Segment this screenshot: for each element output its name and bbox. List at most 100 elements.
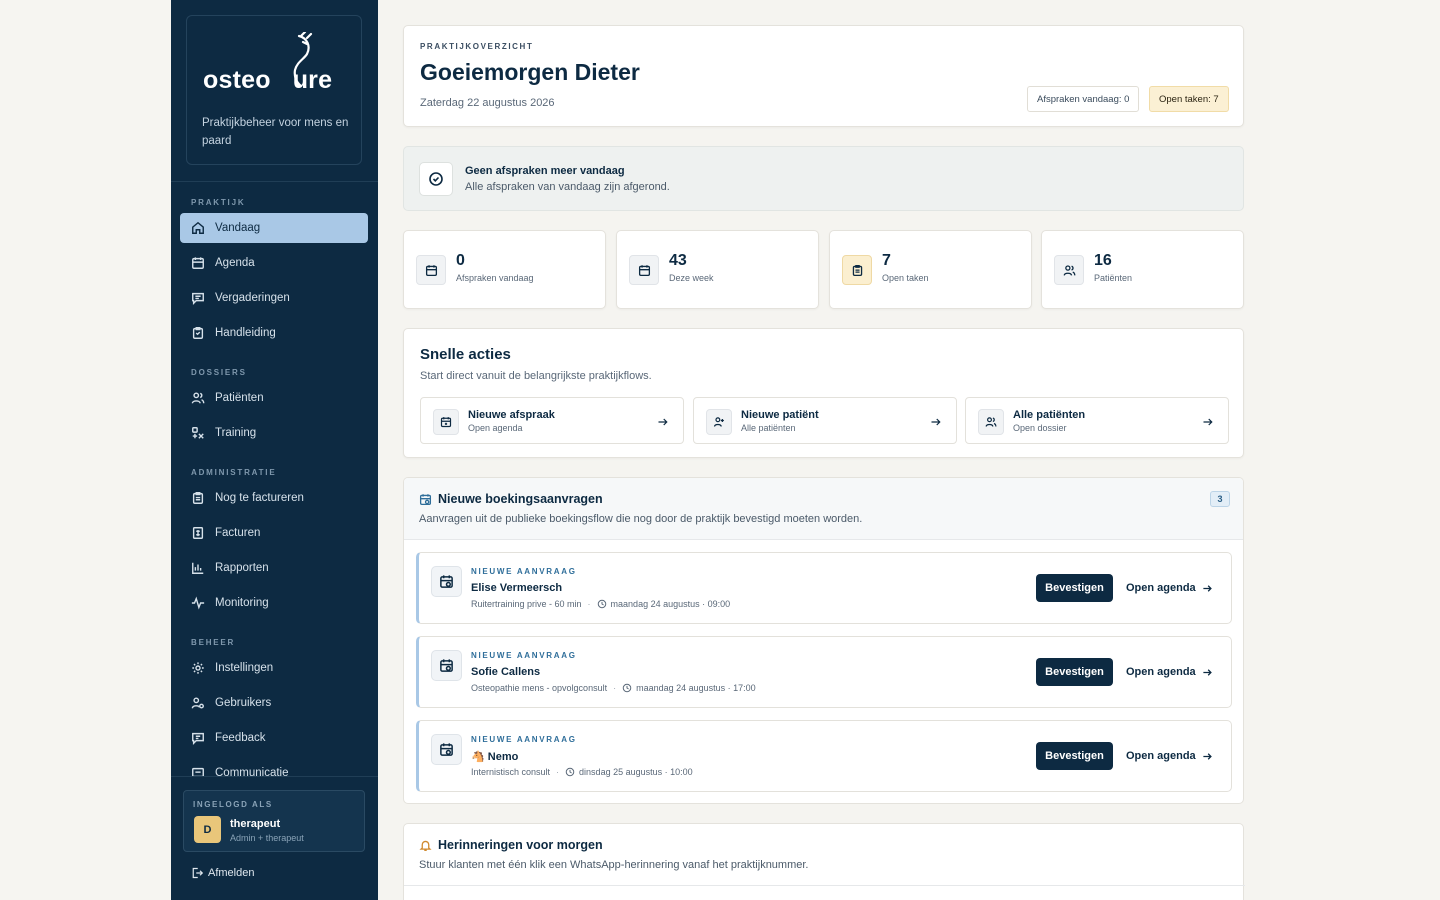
page-eyebrow: PRAKTIJKOVERZICHT xyxy=(420,42,534,51)
request-datetime: maandag 24 augustus · 09:00 xyxy=(610,599,731,609)
stat-card-open-tasks[interactable]: 7 Open taken xyxy=(829,230,1032,309)
request-service: Osteopathie mens - opvolgconsult xyxy=(471,683,608,693)
reminders-subtitle: Stuur klanten met één klik een WhatsApp-… xyxy=(419,859,809,871)
banner-title: Geen afspraken meer vandaag xyxy=(465,165,625,177)
arrow-right-icon xyxy=(1203,668,1212,676)
stat-value: 43 xyxy=(669,252,687,269)
sidebar-item-label: Vergaderingen xyxy=(215,292,290,304)
logo-text: osteo ure xyxy=(203,66,333,94)
booking-requests-subtitle: Aanvragen uit de publieke boekingsflow d… xyxy=(419,513,863,525)
main-content: PRAKTIJKOVERZICHT Goeiemorgen Dieter Zat… xyxy=(378,0,1270,900)
stat-card-appointments-today[interactable]: 0 Afspraken vandaag xyxy=(403,230,606,309)
sidebar-item-facturen[interactable]: Facturen xyxy=(180,518,368,548)
stat-card-patients[interactable]: 16 Patiënten xyxy=(1041,230,1244,309)
sidebar-item-label: Feedback xyxy=(215,732,266,744)
quick-action-subtitle: Alle patiënten xyxy=(741,423,796,433)
request-eyebrow: NIEUWE AANVRAAG xyxy=(471,567,577,576)
osteocure-logo[interactable]: osteo ure xyxy=(203,32,353,98)
quick-action-title: Nieuwe afspraak xyxy=(468,409,555,421)
stat-label: Open taken xyxy=(882,273,929,283)
logout-button[interactable]: Afmelden xyxy=(191,867,254,879)
avatar: D xyxy=(194,816,221,843)
section-heading-praktijk: PRAKTIJK xyxy=(191,198,246,207)
sidebar-item-rapporten[interactable]: Rapporten xyxy=(180,553,368,583)
arrow-right-icon xyxy=(657,415,669,427)
arrow-right-icon xyxy=(930,415,942,427)
activity-icon xyxy=(191,596,205,610)
users-icon xyxy=(191,391,205,405)
sidebar-item-monitoring[interactable]: Monitoring xyxy=(180,588,368,618)
sidebar-item-instellingen[interactable]: Instellingen xyxy=(180,653,368,683)
page-backdrop-left xyxy=(0,0,171,900)
new-patient-button[interactable]: Nieuwe patiënt Alle patiënten xyxy=(693,397,957,444)
calendar-clock-icon xyxy=(431,734,462,765)
sidebar-item-label: Agenda xyxy=(215,257,255,269)
user-plus-icon xyxy=(706,409,732,435)
sidebar-item-vergaderingen[interactable]: Vergaderingen xyxy=(180,283,368,313)
sidebar-item-label: Vandaag xyxy=(215,222,261,234)
booking-requests-card: Nieuwe boekingsaanvragen Aanvragen uit d… xyxy=(403,477,1244,804)
confirm-button[interactable]: Bevestigen xyxy=(1036,658,1113,686)
all-patients-button[interactable]: Alle patiënten Open dossier xyxy=(965,397,1229,444)
open-agenda-link[interactable]: Open agenda xyxy=(1126,574,1213,602)
quick-action-subtitle: Open dossier xyxy=(1013,423,1067,433)
reminders-title: Herinneringen voor morgen xyxy=(438,838,603,852)
calendar-icon xyxy=(629,255,659,285)
page-title: Goeiemorgen Dieter xyxy=(420,59,640,85)
header-card: PRAKTIJKOVERZICHT Goeiemorgen Dieter Zat… xyxy=(403,25,1244,127)
confirm-button[interactable]: Bevestigen xyxy=(1036,574,1113,602)
request-client-name: Sofie Callens xyxy=(471,666,541,678)
banner-subtitle: Alle afspraken van vandaag zijn afgerond… xyxy=(465,181,670,193)
sidebar-item-training[interactable]: Training xyxy=(180,418,368,448)
users-icon xyxy=(1054,255,1084,285)
user-name: therapeut xyxy=(230,818,281,830)
stat-value: 16 xyxy=(1094,252,1112,269)
stat-card-this-week[interactable]: 43 Deze week xyxy=(616,230,819,309)
clock-icon xyxy=(597,599,606,609)
quick-action-title: Alle patiënten xyxy=(1013,409,1086,421)
open-agenda-link[interactable]: Open agenda xyxy=(1126,658,1213,686)
open-tasks-badge: Open taken: 7 xyxy=(1149,86,1229,112)
request-meta: Ruitertraining prive - 60 min · maandag … xyxy=(471,599,730,609)
confirm-button[interactable]: Bevestigen xyxy=(1036,742,1113,770)
new-appointment-button[interactable]: Nieuwe afspraak Open agenda xyxy=(420,397,684,444)
sidebar-item-label: Monitoring xyxy=(215,597,269,609)
request-meta: Osteopathie mens - opvolgconsult · maand… xyxy=(471,683,756,693)
clipboard-list-icon xyxy=(191,491,205,505)
calendar-icon xyxy=(416,255,446,285)
user-role: Admin + therapeut xyxy=(230,833,304,843)
arrow-right-icon xyxy=(1203,752,1212,760)
request-eyebrow: NIEUWE AANVRAAG xyxy=(471,651,577,660)
sidebar-item-nog-te-factureren[interactable]: Nog te factureren xyxy=(180,483,368,513)
sidebar-item-handleiding[interactable]: Handleiding xyxy=(180,318,368,348)
page-backdrop-right xyxy=(1270,0,1440,900)
booking-request-row: NIEUWE AANVRAAG Elise Vermeersch Ruitert… xyxy=(416,552,1232,624)
reminders-card: Herinneringen voor morgen Stuur klanten … xyxy=(403,823,1245,900)
sidebar-item-patienten[interactable]: Patiënten xyxy=(180,383,368,413)
sidebar-item-agenda[interactable]: Agenda xyxy=(180,248,368,278)
check-circle-icon xyxy=(419,162,453,196)
section-heading-administratie: ADMINISTRATIE xyxy=(191,468,277,477)
stat-label: Deze week xyxy=(669,273,714,283)
sidebar-item-label: Instellingen xyxy=(215,662,274,674)
clipboard-icon xyxy=(191,326,205,340)
separator: · xyxy=(613,683,617,693)
arrow-right-icon xyxy=(1203,584,1212,592)
sidebar-footer: INGELOGD ALS D therapeut Admin + therape… xyxy=(171,777,378,900)
chat-icon xyxy=(191,291,205,305)
quick-actions-title: Snelle acties xyxy=(420,346,511,363)
reminders-divider xyxy=(404,885,1245,886)
stat-label: Afspraken vandaag xyxy=(456,273,534,283)
request-service: Ruitertraining prive - 60 min xyxy=(471,599,582,609)
bell-icon xyxy=(419,839,432,852)
request-meta: Internistisch consult · dinsdag 25 augus… xyxy=(471,767,693,777)
users-settings-icon xyxy=(191,696,205,710)
brand-card: osteo ure Praktijkbeheer voor mens en paa… xyxy=(186,15,362,165)
open-agenda-link[interactable]: Open agenda xyxy=(1126,742,1213,770)
sidebar-item-feedback[interactable]: Feedback xyxy=(180,723,368,753)
sidebar-item-vandaag[interactable]: Vandaag xyxy=(180,213,368,243)
status-banner: Geen afspraken meer vandaag Alle afsprak… xyxy=(403,146,1244,211)
booking-request-row: NIEUWE AANVRAAG Sofie Callens Osteopathi… xyxy=(416,636,1232,708)
sidebar-item-gebruikers[interactable]: Gebruikers xyxy=(180,688,368,718)
booking-request-row: NIEUWE AANVRAAG 🐴 Nemo Internistisch con… xyxy=(416,720,1232,792)
